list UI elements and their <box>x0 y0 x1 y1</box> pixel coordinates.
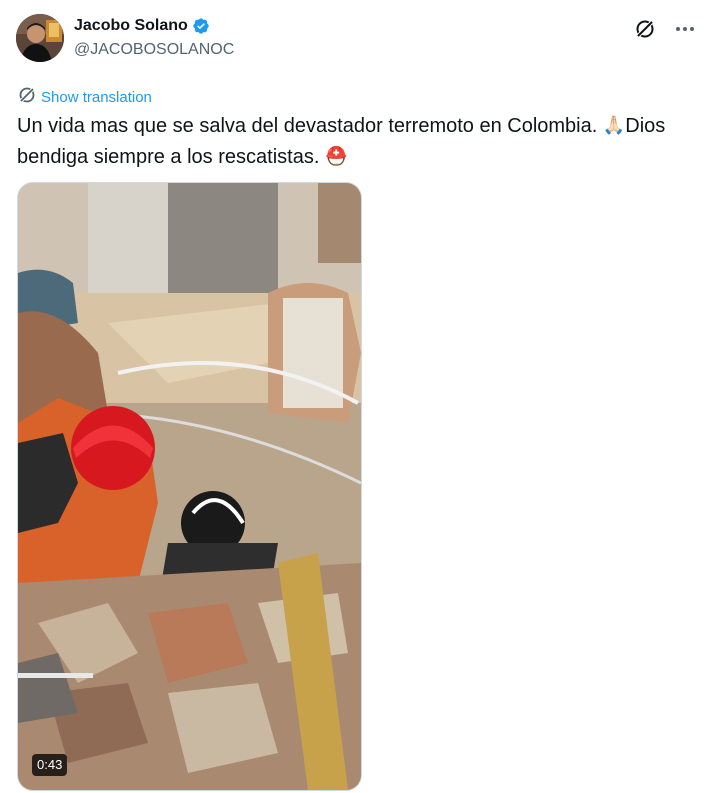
praying-hands-emoji: 🙏🏻 <box>602 115 626 135</box>
video-frame <box>18 183 361 790</box>
translate-icon <box>18 86 36 109</box>
more-options-icon[interactable] <box>674 18 696 40</box>
rescue-helmet-emoji: ⛑️ <box>324 146 348 166</box>
top-actions <box>634 18 696 40</box>
author-handle[interactable]: @JACOBOSOLANOC <box>74 40 234 60</box>
author-names: Jacobo Solano @JACOBOSOLANOC <box>74 16 234 60</box>
tweet-header: Jacobo Solano @JACOBOSOLANOC <box>16 14 696 64</box>
video-duration-badge: 0:43 <box>32 754 68 776</box>
video-player[interactable]: 0:43 <box>17 182 362 791</box>
show-translation-link[interactable]: Show translation <box>18 86 152 109</box>
verified-badge-icon <box>192 17 210 35</box>
show-translation-label[interactable]: Show translation <box>41 89 152 106</box>
tweet-text: Un vida mas que se salva del devastador … <box>17 110 697 172</box>
display-name[interactable]: Jacobo Solano <box>74 16 188 36</box>
tweet-text-part1: Un vida mas que se salva del devastador … <box>17 115 603 137</box>
grok-icon[interactable] <box>634 18 656 40</box>
avatar[interactable] <box>16 14 64 62</box>
